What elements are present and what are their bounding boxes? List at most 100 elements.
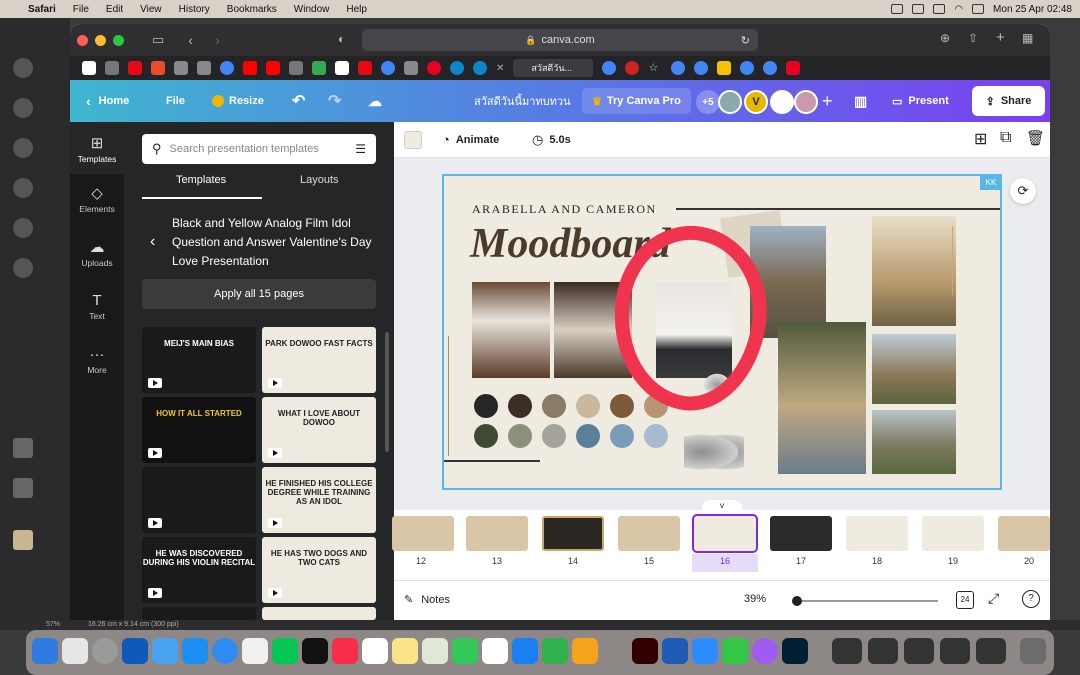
swatch[interactable] <box>542 424 566 448</box>
page-thumb-selected[interactable] <box>692 514 758 553</box>
home-button[interactable]: ‹ Home <box>86 80 129 122</box>
tab-favicon[interactable] <box>381 61 395 75</box>
calendar-icon[interactable] <box>362 638 388 664</box>
filter-icon[interactable]: ☰ <box>355 142 366 156</box>
photo-fortress[interactable] <box>872 334 956 404</box>
try-canva-pro-button[interactable]: ♛ Try Canva Pro <box>582 88 691 114</box>
animate-button[interactable]: ◔ Animate <box>442 132 499 147</box>
forward-icon[interactable]: › <box>215 32 220 48</box>
page-thumb[interactable] <box>618 516 680 551</box>
tab-favicon[interactable] <box>105 61 119 75</box>
swatch[interactable] <box>508 394 532 418</box>
fullscreen-icon[interactable]: ⤢ <box>988 590 999 607</box>
page-thumb[interactable] <box>392 516 454 551</box>
tab-overview-icon[interactable]: ▦ <box>1022 31 1033 45</box>
app-icon[interactable] <box>13 58 33 78</box>
redo-icon[interactable]: ↷ <box>328 80 341 122</box>
zoom-app-icon[interactable] <box>692 638 718 664</box>
resize-button[interactable]: Resize <box>212 80 264 122</box>
help-icon[interactable]: ? <box>1022 590 1040 608</box>
menu-history[interactable]: History <box>179 4 210 15</box>
apple-tv-icon[interactable] <box>302 638 328 664</box>
reminders-icon[interactable] <box>482 638 508 664</box>
photos-icon[interactable] <box>242 638 268 664</box>
color-swatch-icon[interactable] <box>13 530 33 550</box>
close-tab-icon[interactable]: ✕ <box>496 63 504 74</box>
rail-uploads[interactable]: ☁ Uploads <box>70 238 124 268</box>
slide-names[interactable]: ARABELLA AND CAMERON <box>472 202 657 217</box>
close-window-icon[interactable] <box>77 34 88 46</box>
launchpad-icon[interactable] <box>62 638 88 664</box>
recent-window-icon[interactable] <box>868 638 898 664</box>
tab-favicon[interactable] <box>266 61 280 75</box>
page-thumb[interactable] <box>922 516 984 551</box>
app-store-icon[interactable] <box>182 638 208 664</box>
tab-favicon[interactable] <box>473 61 487 75</box>
menubar-status-icon[interactable] <box>912 4 925 14</box>
system-preferences-icon[interactable] <box>92 638 118 664</box>
page-thumb[interactable] <box>846 516 908 551</box>
apply-all-pages-button[interactable]: Apply all 15 pages <box>142 279 376 309</box>
active-tab[interactable]: สวัสดีวัน... <box>513 59 594 77</box>
menu-file[interactable]: File <box>73 4 89 15</box>
pages-icon[interactable] <box>572 638 598 664</box>
butterfly-illustration[interactable] <box>684 432 744 472</box>
swatch[interactable] <box>474 394 498 418</box>
person-icon[interactable] <box>13 138 33 158</box>
back-icon[interactable]: ‹ <box>188 32 193 48</box>
notes-button[interactable]: ✎ Notes <box>404 593 450 607</box>
swatch[interactable] <box>542 394 566 418</box>
avatar[interactable] <box>770 90 794 114</box>
menu-help[interactable]: Help <box>346 4 367 15</box>
page-thumb[interactable] <box>542 516 604 551</box>
tab-favicon[interactable] <box>220 61 234 75</box>
add-collaborator-icon[interactable]: + <box>822 80 833 122</box>
slide-canvas[interactable]: ARABELLA AND CAMERON Moodboard KK <box>442 174 1002 490</box>
recent-window-icon[interactable] <box>976 638 1006 664</box>
tab-favicon[interactable] <box>289 61 303 75</box>
document-title[interactable]: สวัสดีวันนี้มาทบทวน <box>474 80 571 122</box>
tab-favicon[interactable] <box>335 61 349 75</box>
tab-favicon[interactable] <box>786 61 801 75</box>
tab-layouts[interactable]: Layouts <box>300 174 339 186</box>
finder-icon[interactable] <box>32 638 58 664</box>
template-page-thumb[interactable]: MEIJ'S MAIN BIAS <box>142 327 256 393</box>
template-page-thumb[interactable]: HE FINISHED HIS COLLEGE DEGREE WHILE TRA… <box>262 467 376 533</box>
datetime[interactable]: Mon 25 Apr 02:48 <box>993 4 1072 15</box>
page-thumb[interactable] <box>770 516 832 551</box>
hand-tool-icon[interactable] <box>13 438 33 458</box>
file-menu-button[interactable]: File <box>166 80 185 122</box>
tab-favicon[interactable] <box>404 61 418 75</box>
tab-favicon[interactable] <box>602 61 617 75</box>
minimize-window-icon[interactable] <box>95 34 106 46</box>
share-button[interactable]: ⇪ Share <box>972 86 1045 116</box>
photoshop-icon[interactable] <box>782 638 808 664</box>
tab-favicon[interactable] <box>82 61 96 75</box>
tab-favicon[interactable] <box>174 61 188 75</box>
zoom-slider[interactable] <box>792 600 938 602</box>
template-page-thumb[interactable]: WHAT I LOVE ABOUT DOWOO <box>262 397 376 463</box>
zoom-window-icon[interactable] <box>113 34 124 46</box>
rail-templates[interactable]: ⊞ Templates <box>70 122 124 174</box>
download-icon[interactable]: ⊕ <box>940 31 950 45</box>
panel-scrollbar[interactable] <box>385 332 389 452</box>
tab-favicon[interactable] <box>450 61 464 75</box>
tab-favicon[interactable] <box>151 61 165 75</box>
template-page-thumb[interactable] <box>142 607 256 620</box>
recent-window-icon[interactable] <box>940 638 970 664</box>
tab-favicon[interactable] <box>625 61 640 75</box>
outlook-icon[interactable] <box>122 638 148 664</box>
template-page-thumb[interactable]: HE HAS TWO DOGS AND TWO CATS <box>262 537 376 603</box>
tab-favicon[interactable] <box>763 61 778 75</box>
shield-icon[interactable]: ◐ <box>338 32 345 46</box>
avatar[interactable]: V <box>744 90 768 114</box>
menu-bookmarks[interactable]: Bookmarks <box>227 4 277 15</box>
present-button[interactable]: ▭ Present <box>892 80 949 122</box>
cloud-save-icon[interactable]: ☁ <box>368 80 382 122</box>
template-search-input[interactable]: ⚲ Search presentation templates ☰ <box>142 134 376 164</box>
menubar-status-icon[interactable] <box>933 4 946 14</box>
recent-window-icon[interactable] <box>904 638 934 664</box>
template-page-thumb[interactable] <box>262 607 376 620</box>
tab-favicon[interactable] <box>197 61 211 75</box>
photo-arches[interactable] <box>872 216 956 326</box>
